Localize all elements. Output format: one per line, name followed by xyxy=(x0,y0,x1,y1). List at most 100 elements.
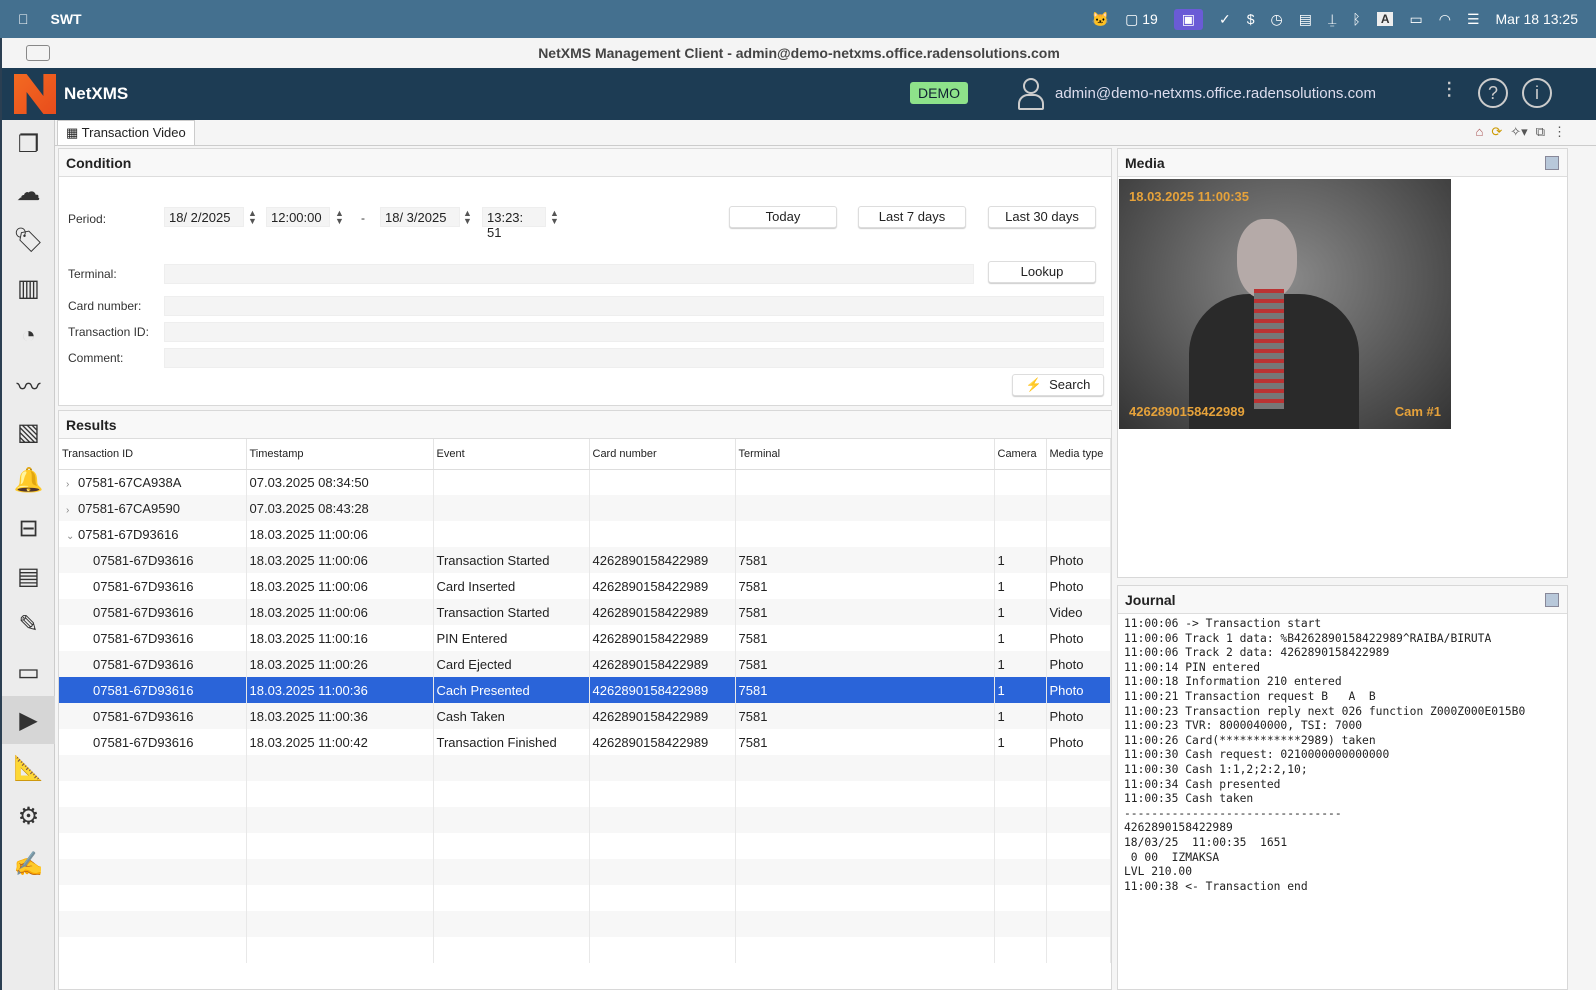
tag-icon[interactable]: 🏷 xyxy=(2,216,55,264)
table-row[interactable]: 07581-67D93616 18.03.2025 11:00:42 Transac… xyxy=(59,729,1111,755)
time-to-input[interactable]: 13:23: 51 xyxy=(482,207,546,240)
transaction-id-input[interactable] xyxy=(164,322,1104,342)
card-number-input[interactable] xyxy=(164,296,1104,316)
settings-gear-icon[interactable]: ⚙ xyxy=(2,792,55,840)
cell-text: Photo xyxy=(1049,734,1084,750)
time-to-stepper[interactable]: ▲ ▼ xyxy=(550,209,559,226)
table-cell: 18.03.2025 11:00:06 xyxy=(246,547,434,573)
last-30-days-button[interactable]: Last 30 days xyxy=(988,206,1096,228)
input-source-icon[interactable]: A xyxy=(1376,12,1394,26)
battery-icon[interactable]: ▭ xyxy=(1409,11,1422,28)
video-camera-icon[interactable]: ▶ xyxy=(2,696,55,744)
column-header[interactable]: Media type xyxy=(1046,439,1111,470)
cell-text: 07581-67D93616 xyxy=(93,682,194,698)
table-row[interactable]: › 07581-67CA938A 07.03.2025 08:34:50 xyxy=(59,469,1111,495)
column-header[interactable]: Event xyxy=(433,439,590,470)
empty-cell xyxy=(59,859,247,885)
table-cell xyxy=(1046,521,1111,547)
date-to-stepper[interactable]: ▲ ▼ xyxy=(463,209,472,226)
camera-card-number: 4262890158422989 xyxy=(1129,404,1245,419)
comment-input[interactable] xyxy=(164,348,1104,368)
info-icon[interactable]: i xyxy=(1522,78,1552,108)
expand-toggle-icon[interactable]: › xyxy=(62,479,78,490)
sidebar-toggle-icon[interactable] xyxy=(26,45,50,61)
expand-toggle-icon[interactable]: › xyxy=(62,505,78,516)
empty-cell xyxy=(589,937,736,963)
popout-icon[interactable]: ⧉ xyxy=(1536,124,1545,140)
table-row[interactable]: 07581-67D93616 18.03.2025 11:00:06 Transac… xyxy=(59,599,1111,625)
date-from-input[interactable]: 18/ 2/2025 xyxy=(164,207,244,227)
camera-timestamp: 18.03.2025 11:00:35 xyxy=(1129,189,1249,204)
wifi-icon[interactable]: ◠ xyxy=(1439,11,1451,28)
apple-icon[interactable]:  xyxy=(18,11,29,27)
table-row[interactable]: 07581-67D93616 18.03.2025 11:00:16 PIN Ent… xyxy=(59,625,1111,651)
more-icon[interactable]: ⋮ xyxy=(1553,124,1566,140)
cloud-icon[interactable]: ☁ xyxy=(2,168,55,216)
column-header[interactable]: Camera xyxy=(994,439,1047,470)
clipboard-icon[interactable]: ▤ xyxy=(1299,11,1312,28)
check-icon[interactable]: ✓ xyxy=(1219,11,1231,28)
screen-share-icon[interactable]: ▣ xyxy=(1173,8,1204,30)
control-center-icon[interactable]: ☰ xyxy=(1467,11,1480,28)
edit-icon[interactable]: ✍ xyxy=(2,840,55,888)
clock[interactable]: Mar 18 13:25 xyxy=(1496,11,1579,27)
table-cell: 7581 xyxy=(735,677,995,703)
camera-snapshot: 18.03.2025 11:00:35 4262890158422989 Cam… xyxy=(1119,179,1451,429)
empty-cell xyxy=(994,937,1047,963)
table-row[interactable]: 07581-67D93616 18.03.2025 11:00:06 Card In… xyxy=(59,573,1111,599)
toolbox-icon[interactable]: ⊟ xyxy=(2,504,55,552)
column-header[interactable]: Transaction ID xyxy=(59,439,247,470)
script-icon[interactable]: ✎ xyxy=(2,600,55,648)
time-from-stepper[interactable]: ▲ ▼ xyxy=(335,209,344,226)
table-row[interactable]: ⌄ 07581-67D93616 18.03.2025 11:00:06 xyxy=(59,521,1111,547)
pin-icon[interactable]: ✧▾ xyxy=(1510,124,1527,140)
expand-toggle-icon[interactable]: ⌄ xyxy=(62,531,78,542)
time-from-input[interactable]: 12:00:00 xyxy=(266,207,330,227)
save-icon[interactable] xyxy=(1545,156,1559,170)
dollar-icon[interactable]: $ xyxy=(1247,11,1255,27)
netxms-logo xyxy=(14,74,56,114)
table-cell: Card Inserted xyxy=(433,573,590,599)
monitor-icon[interactable]: ▭ xyxy=(2,648,55,696)
alarm-bell-icon[interactable]: 🔔 xyxy=(2,456,55,504)
notes-icon[interactable]: ▢ 19 xyxy=(1125,11,1158,28)
table-row[interactable]: 07581-67D93616 18.03.2025 11:00:36 Cash Ta… xyxy=(59,703,1111,729)
airpods-icon[interactable]: ⍊ xyxy=(1328,11,1336,28)
map-icon[interactable]: ▧ xyxy=(2,408,55,456)
user-info[interactable]: admin@demo-netxms.office.radensolutions.… xyxy=(1017,78,1376,110)
date-from-stepper[interactable]: ▲ ▼ xyxy=(248,209,257,226)
library-icon[interactable]: ▥ xyxy=(2,264,55,312)
refresh-icon[interactable]: ⟳ xyxy=(1491,124,1502,140)
table-row[interactable]: 07581-67D93616 18.03.2025 11:00:36 Cach Pr… xyxy=(59,677,1111,703)
preferences-icon[interactable]: ⫶ xyxy=(1434,78,1464,108)
save-icon[interactable] xyxy=(1545,593,1559,607)
clock-icon[interactable]: ◷ xyxy=(1271,11,1283,28)
empty-cell xyxy=(735,859,995,885)
column-header[interactable]: Card number xyxy=(589,439,736,470)
terminal-input[interactable] xyxy=(164,264,974,284)
help-icon[interactable]: ? xyxy=(1478,78,1508,108)
graph-icon[interactable]: 〰 xyxy=(2,360,55,408)
table-row[interactable]: › 07581-67CA9590 07.03.2025 08:43:28 xyxy=(59,495,1111,521)
cell-text: 18.03.2025 11:00:42 xyxy=(249,734,368,750)
logs-icon[interactable]: ▤ xyxy=(2,552,55,600)
app-menu[interactable]: SWT xyxy=(51,11,82,27)
table-row[interactable]: 07581-67D93616 18.03.2025 11:00:26 Card Ej… xyxy=(59,651,1111,677)
objects-icon[interactable]: ❐ xyxy=(2,120,55,168)
dashboard-icon[interactable]: ◔ xyxy=(2,312,55,360)
bluetooth-icon[interactable]: ᛒ xyxy=(1352,11,1360,27)
column-header[interactable]: Timestamp xyxy=(246,439,434,470)
tab-transaction-video[interactable]: ▦ Transaction Video xyxy=(57,120,195,145)
last-7-days-button[interactable]: Last 7 days xyxy=(858,206,966,228)
date-to-input[interactable]: 18/ 3/2025 xyxy=(380,207,460,227)
clear-icon[interactable]: ⌂ xyxy=(1476,124,1484,140)
today-button[interactable]: Today xyxy=(729,206,837,228)
reports-icon[interactable]: 📐 xyxy=(2,744,55,792)
table-row[interactable]: 07581-67D93616 18.03.2025 11:00:06 Transac… xyxy=(59,547,1111,573)
table-cell: 1 xyxy=(994,677,1047,703)
lookup-button[interactable]: Lookup xyxy=(988,261,1096,283)
search-button[interactable]: ⚡ Search xyxy=(1012,374,1104,396)
column-header[interactable]: Terminal xyxy=(735,439,995,470)
cat-icon[interactable]: 🐱 xyxy=(1092,11,1109,28)
empty-cell xyxy=(433,885,590,911)
